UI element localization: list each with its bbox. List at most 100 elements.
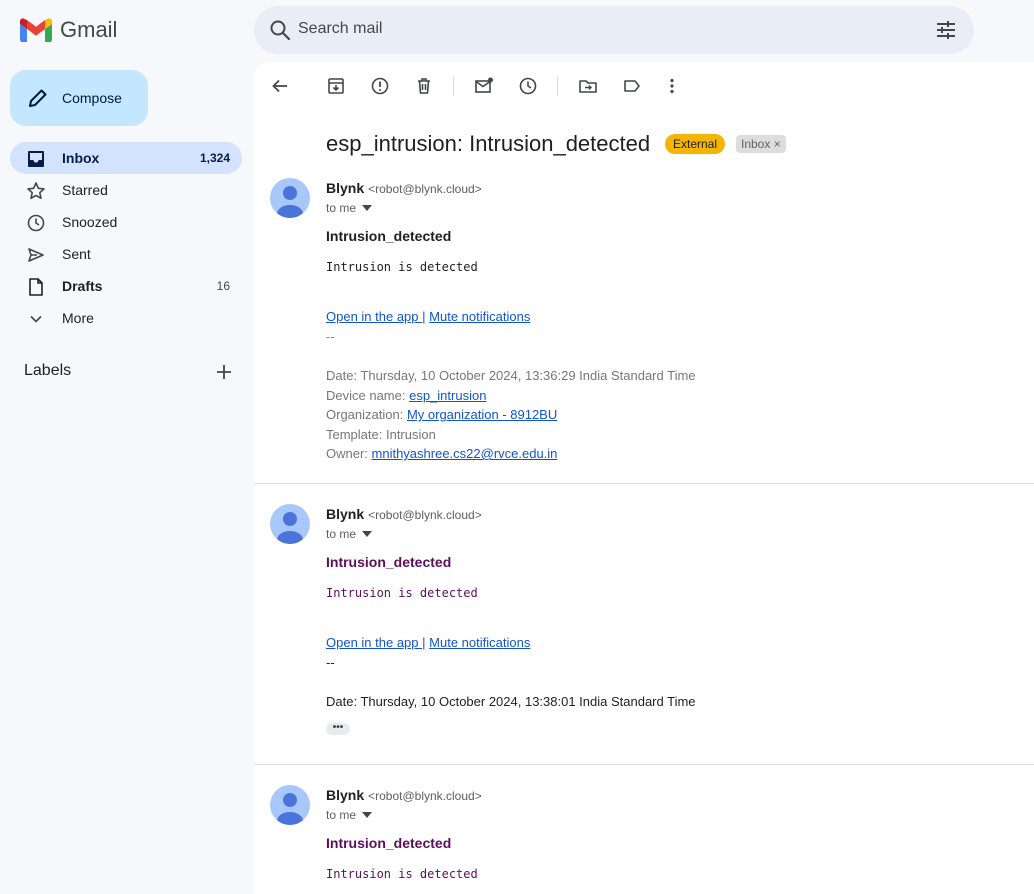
avatar[interactable] xyxy=(270,178,310,218)
gmail-logo[interactable]: Gmail xyxy=(20,17,117,43)
person-icon xyxy=(277,186,303,218)
device-line: Device name: esp_intrusion xyxy=(326,387,487,403)
search-bar[interactable]: Search mail xyxy=(254,6,974,54)
template-line: Template: Intrusion xyxy=(326,426,436,442)
caret-down-icon xyxy=(362,205,373,211)
date-line: Date: Thursday, 10 October 2024, 13:38:0… xyxy=(326,694,696,709)
thread-subject: esp_intrusion: Intrusion_detected xyxy=(326,131,651,156)
chevron-down-icon xyxy=(30,315,42,323)
sender-name[interactable]: Blynk <robot@blynk.cloud> xyxy=(326,180,482,196)
email-body-title: Intrusion_detected xyxy=(326,835,452,851)
sender-name[interactable]: Blynk <robot@blynk.cloud> xyxy=(326,787,482,803)
open-in-app-link[interactable]: Open in the app xyxy=(326,309,422,324)
mark-unread-icon[interactable] xyxy=(474,76,494,96)
recipient-label: to me xyxy=(326,527,357,541)
inbox-chip-label: Inbox xyxy=(741,137,771,151)
message-divider xyxy=(254,483,1034,484)
person-icon xyxy=(277,793,303,825)
sidebar-item-snoozed[interactable]: Snoozed xyxy=(10,206,242,238)
email-body-text: Intrusion is detected xyxy=(326,260,478,274)
date-line: Date: Thursday, 10 October 2024, 13:36:2… xyxy=(326,368,696,383)
open-in-app-link[interactable]: Open in the app xyxy=(326,635,422,650)
email-body-text: Intrusion is detected xyxy=(326,867,478,881)
send-icon xyxy=(28,248,44,262)
caret-down-icon xyxy=(362,531,373,537)
recipient-label: to me xyxy=(326,808,357,822)
signature-separator: -- xyxy=(326,329,335,344)
inbox-icon xyxy=(28,151,44,167)
inbox-label-chip[interactable]: Inbox × xyxy=(736,135,786,153)
search-icon[interactable] xyxy=(268,18,292,42)
mute-notifications-link[interactable]: Mute notifications xyxy=(429,309,530,324)
recipient-details[interactable]: to me xyxy=(326,201,373,215)
compose-label: Compose xyxy=(62,90,122,106)
sidebar-item-starred[interactable]: Starred xyxy=(10,174,242,206)
sidebar-nav: Inbox 1,324 Starred Snoozed Sent Drafts … xyxy=(10,142,242,334)
pencil-icon xyxy=(29,89,47,107)
sidebar-item-label: Snoozed xyxy=(62,214,118,230)
star-icon xyxy=(27,182,45,200)
sender-email: <robot@blynk.cloud> xyxy=(368,789,482,803)
sender-email: <robot@blynk.cloud> xyxy=(368,182,482,196)
label-icon[interactable] xyxy=(622,76,642,96)
email-body-title: Intrusion_detected xyxy=(326,554,452,570)
toolbar-divider xyxy=(453,76,454,96)
sidebar-item-label: Sent xyxy=(62,246,91,262)
email-body-title: Intrusion_detected xyxy=(326,228,452,244)
report-spam-icon[interactable] xyxy=(370,76,390,96)
email-body-text: Intrusion is detected xyxy=(326,586,478,600)
message-view: esp_intrusion: Intrusion_detected Extern… xyxy=(254,62,1034,894)
labels-heading: Labels xyxy=(24,362,72,379)
signature-separator: -- xyxy=(326,655,335,670)
search-input[interactable]: Search mail xyxy=(298,20,382,38)
sidebar-item-drafts[interactable]: Drafts 16 xyxy=(10,270,242,302)
compose-button[interactable]: Compose xyxy=(10,70,148,126)
drafts-count: 16 xyxy=(216,279,230,293)
add-label-icon[interactable] xyxy=(214,362,234,382)
organization-link[interactable]: My organization - 8912BU xyxy=(407,407,557,422)
draft-icon xyxy=(29,278,43,296)
avatar[interactable] xyxy=(270,785,310,825)
email-links: Open in the app | Mute notifications xyxy=(326,309,530,324)
move-to-icon[interactable] xyxy=(578,76,598,96)
sidebar-item-more[interactable]: More xyxy=(10,302,242,334)
sender-email: <robot@blynk.cloud> xyxy=(368,508,482,522)
link-separator: | xyxy=(422,635,426,650)
sidebar-item-label: Starred xyxy=(62,182,108,198)
sidebar-item-sent[interactable]: Sent xyxy=(10,238,242,270)
remove-label-icon[interactable]: × xyxy=(774,137,781,151)
caret-down-icon xyxy=(362,812,373,818)
sender-name[interactable]: Blynk <robot@blynk.cloud> xyxy=(326,506,482,522)
link-separator: | xyxy=(422,309,426,324)
email-links: Open in the app | Mute notifications xyxy=(326,635,530,650)
mute-notifications-link[interactable]: Mute notifications xyxy=(429,635,530,650)
device-link[interactable]: esp_intrusion xyxy=(409,388,486,403)
sidebar-item-label: Drafts xyxy=(62,278,103,294)
sidebar-item-label: Inbox xyxy=(62,150,100,166)
recipient-label: to me xyxy=(326,201,357,215)
notification-details: Date: Thursday, 10 October 2024, 13:36:2… xyxy=(326,366,696,464)
app-name: Gmail xyxy=(60,17,118,42)
more-options-icon[interactable] xyxy=(662,76,682,96)
recipient-details[interactable]: to me xyxy=(326,527,373,541)
recipient-details[interactable]: to me xyxy=(326,808,373,822)
show-trimmed-content-button[interactable]: ••• xyxy=(326,723,350,735)
gmail-m-icon xyxy=(20,18,52,42)
external-badge: External xyxy=(665,134,726,154)
owner-email-link[interactable]: mnithyashree.cs22@rvce.edu.in xyxy=(372,446,558,461)
archive-icon[interactable] xyxy=(326,76,346,96)
person-icon xyxy=(277,512,303,544)
inbox-count: 1,324 xyxy=(199,151,230,165)
toolbar-divider xyxy=(557,76,558,96)
clock-icon xyxy=(27,214,45,232)
message-divider xyxy=(254,764,1034,765)
delete-icon[interactable] xyxy=(414,76,434,96)
sidebar-item-label: More xyxy=(62,310,94,326)
search-options-icon[interactable] xyxy=(934,18,958,42)
snooze-icon[interactable] xyxy=(518,76,538,96)
organization-line: Organization: My organization - 8912BU xyxy=(326,407,558,422)
back-arrow-icon[interactable] xyxy=(270,76,290,96)
owner-line: Owner: mnithyashree.cs22@rvce.edu.in xyxy=(326,446,558,461)
sidebar-item-inbox[interactable]: Inbox 1,324 xyxy=(10,142,242,174)
avatar[interactable] xyxy=(270,504,310,544)
